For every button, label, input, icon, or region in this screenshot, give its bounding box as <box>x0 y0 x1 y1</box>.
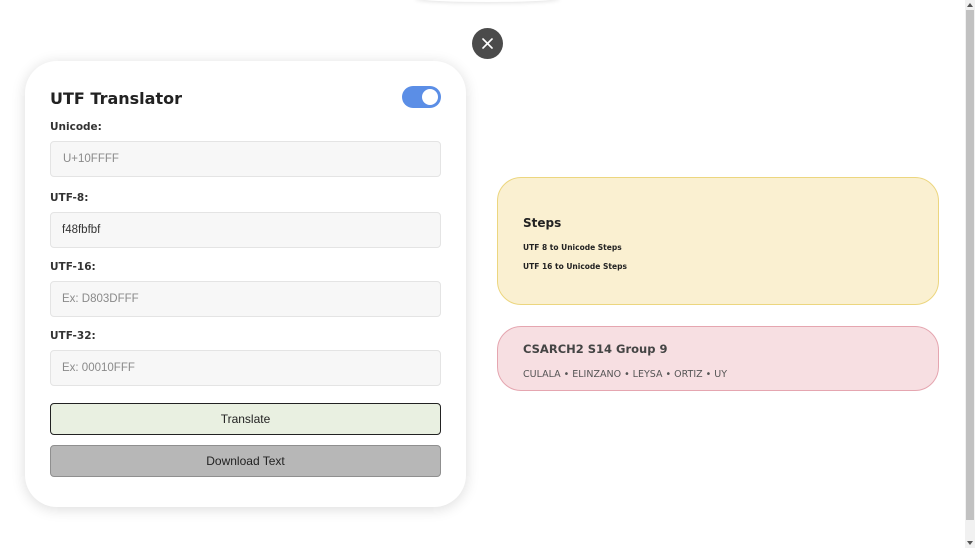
page: UTF Translator Unicode: UTF-8: UTF-16: U… <box>0 0 975 548</box>
scroll-down-arrow-icon[interactable] <box>965 538 975 548</box>
close-button[interactable] <box>472 28 503 59</box>
utf16-steps-link[interactable]: UTF 16 to Unicode Steps <box>523 262 627 271</box>
vertical-scrollbar[interactable] <box>965 0 975 548</box>
steps-card: Steps UTF 8 to Unicode Steps UTF 16 to U… <box>497 177 939 305</box>
scroll-up-arrow-icon[interactable] <box>965 0 975 10</box>
download-text-button[interactable]: Download Text <box>50 445 441 477</box>
mode-toggle[interactable] <box>402 86 441 108</box>
top-shadow-element <box>415 0 560 2</box>
translator-title: UTF Translator <box>50 89 182 108</box>
utf8-input[interactable] <box>50 212 441 248</box>
utf16-input[interactable] <box>50 281 441 317</box>
toggle-knob <box>422 89 438 105</box>
scrollbar-thumb[interactable] <box>966 10 974 520</box>
unicode-input[interactable] <box>50 141 441 177</box>
utf32-label: UTF-32: <box>50 330 96 342</box>
utf8-steps-link[interactable]: UTF 8 to Unicode Steps <box>523 243 622 252</box>
utf16-label: UTF-16: <box>50 261 96 273</box>
close-icon <box>482 38 493 49</box>
utf8-label: UTF-8: <box>50 192 89 204</box>
group-members: CULALA • ELINZANO • LEYSA • ORTIZ • UY <box>523 369 728 380</box>
group-title: CSARCH2 S14 Group 9 <box>523 342 668 356</box>
unicode-label: Unicode: <box>50 121 102 133</box>
utf32-input[interactable] <box>50 350 441 386</box>
steps-title: Steps <box>523 216 562 230</box>
group-card: CSARCH2 S14 Group 9 CULALA • ELINZANO • … <box>497 326 939 391</box>
translator-card: UTF Translator Unicode: UTF-8: UTF-16: U… <box>25 61 466 507</box>
translate-button[interactable]: Translate <box>50 403 441 435</box>
